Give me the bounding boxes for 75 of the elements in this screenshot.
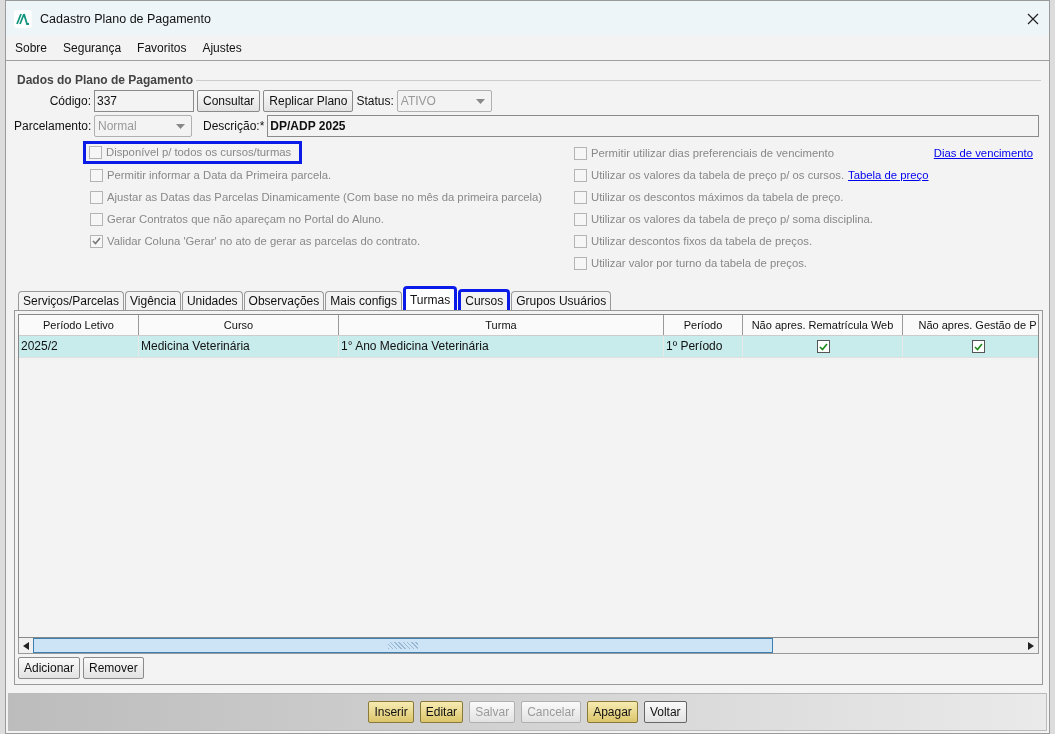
window-title: Cadastro Plano de Pagamento xyxy=(40,11,212,26)
field-label: Status: xyxy=(356,94,394,108)
table-cell: 2025/2 xyxy=(19,336,139,357)
column-header[interactable]: Período Letivo xyxy=(19,315,139,335)
panel-button[interactable]: Adicionar xyxy=(18,657,81,679)
checkbox[interactable] xyxy=(972,340,985,353)
scroll-left-icon xyxy=(23,641,29,650)
scrollbar-thumb[interactable] xyxy=(33,638,773,653)
tab[interactable]: Cursos xyxy=(458,289,511,310)
description-field[interactable]: DP/ADP 2025 xyxy=(267,115,1039,137)
checkbox[interactable] xyxy=(90,234,103,248)
option-label: Utilizar descontos fixos da tabela de preços. xyxy=(591,235,813,247)
option-label: Utilizar os valores da tabela de preço p/ os cursos. xyxy=(591,169,845,181)
column-header[interactable]: Turma xyxy=(339,315,664,335)
footer-button[interactable]: Voltar xyxy=(643,701,687,723)
table-cell: Medicina Veterinária xyxy=(139,336,339,357)
checkbox[interactable] xyxy=(574,234,587,248)
panel-button[interactable]: Remover xyxy=(83,657,144,679)
column-header[interactable]: Período xyxy=(664,315,743,335)
caret-icon xyxy=(475,98,485,104)
menu-item[interactable]: Ajustes xyxy=(202,41,242,55)
selected-row-highlight[interactable]: 2025/2 Medicina Veterinária 1° Ano Medicina Veterinária 1º Período xyxy=(19,336,1038,358)
checkbox[interactable] xyxy=(90,212,103,226)
option-label: Disponível p/ todos os cursos/turmas xyxy=(106,146,292,158)
option-label: Permitir utilizar dias preferenciais de vencimento xyxy=(591,147,834,159)
tab[interactable]: Grupos Usuários xyxy=(511,291,612,310)
footer-button[interactable]: Editar xyxy=(419,701,464,723)
consult-button[interactable]: Consultar xyxy=(197,90,261,112)
check-icon xyxy=(819,342,828,351)
group-title: Dados do Plano de Pagamento xyxy=(16,73,194,87)
footer-button[interactable]: Apagar xyxy=(587,701,638,723)
tab[interactable]: Vigência xyxy=(125,291,181,310)
checkbox[interactable] xyxy=(90,190,103,204)
tab[interactable]: Serviços/Parcelas xyxy=(18,291,125,310)
close-icon xyxy=(1027,12,1039,25)
column-header[interactable]: Não apres. Rematrícula Web xyxy=(743,315,903,335)
column-header[interactable]: Não apres. Gestão de P xyxy=(903,315,1038,335)
link[interactable]: Dias de vencimento xyxy=(933,147,1033,159)
logo-icon xyxy=(14,9,32,28)
field-label: Parcelamento: xyxy=(14,119,91,133)
check-icon xyxy=(92,237,101,245)
option-label: Ajustar as Datas das Parcelas Dinamicamente (Com base no mês da primeira parcela) xyxy=(107,191,543,203)
code-field[interactable]: 337 xyxy=(94,90,194,112)
replicate-button[interactable]: Replicar Plano xyxy=(263,90,354,112)
option-label: Utilizar os descontos máximos da tabela de preço. xyxy=(591,191,844,203)
checkbox[interactable] xyxy=(89,145,102,159)
menu-item[interactable]: Favoritos xyxy=(137,41,187,55)
option-label: Utilizar valor por turno da tabela de preços. xyxy=(591,257,807,269)
tab[interactable]: Observações xyxy=(243,291,325,310)
checkbox[interactable] xyxy=(574,212,587,226)
footer-button[interactable]: Inserir xyxy=(368,701,414,723)
checkbox[interactable] xyxy=(90,168,103,182)
tab[interactable]: Turmas xyxy=(403,286,458,310)
field-label: Código: xyxy=(48,94,91,108)
checkbox[interactable] xyxy=(817,340,830,353)
table-cell: 1º Período xyxy=(664,336,743,357)
option-label: Utilizar os valores da tabela de preço p/ soma disciplina. xyxy=(591,213,873,225)
field-label: Descrição:* xyxy=(203,119,265,133)
option-label: Permitir informar a Data da Primeira parcela. xyxy=(107,169,332,181)
option-label: Validar Coluna 'Gerar' no ato de gerar as parcelas do contrato. xyxy=(107,235,421,247)
tab[interactable]: Unidades xyxy=(181,291,243,310)
link[interactable]: Tabela de preço xyxy=(848,169,929,181)
table-cell: 1° Ano Medicina Veterinária xyxy=(339,336,664,357)
column-header[interactable]: Curso xyxy=(139,315,339,335)
caret-icon xyxy=(176,123,185,129)
checkbox[interactable] xyxy=(574,256,587,270)
checkbox[interactable] xyxy=(574,146,587,160)
option-label: Gerar Contratos que não apareçam no Portal do Aluno. xyxy=(107,213,384,225)
checkbox[interactable] xyxy=(574,190,587,204)
menu-item[interactable]: Sobre xyxy=(15,41,48,55)
check-icon xyxy=(974,342,983,351)
tab[interactable]: Mais configs xyxy=(325,291,402,310)
menu-item[interactable]: Segurança xyxy=(63,41,122,55)
checkbox[interactable] xyxy=(574,168,587,182)
scroll-right-icon xyxy=(1028,641,1034,650)
